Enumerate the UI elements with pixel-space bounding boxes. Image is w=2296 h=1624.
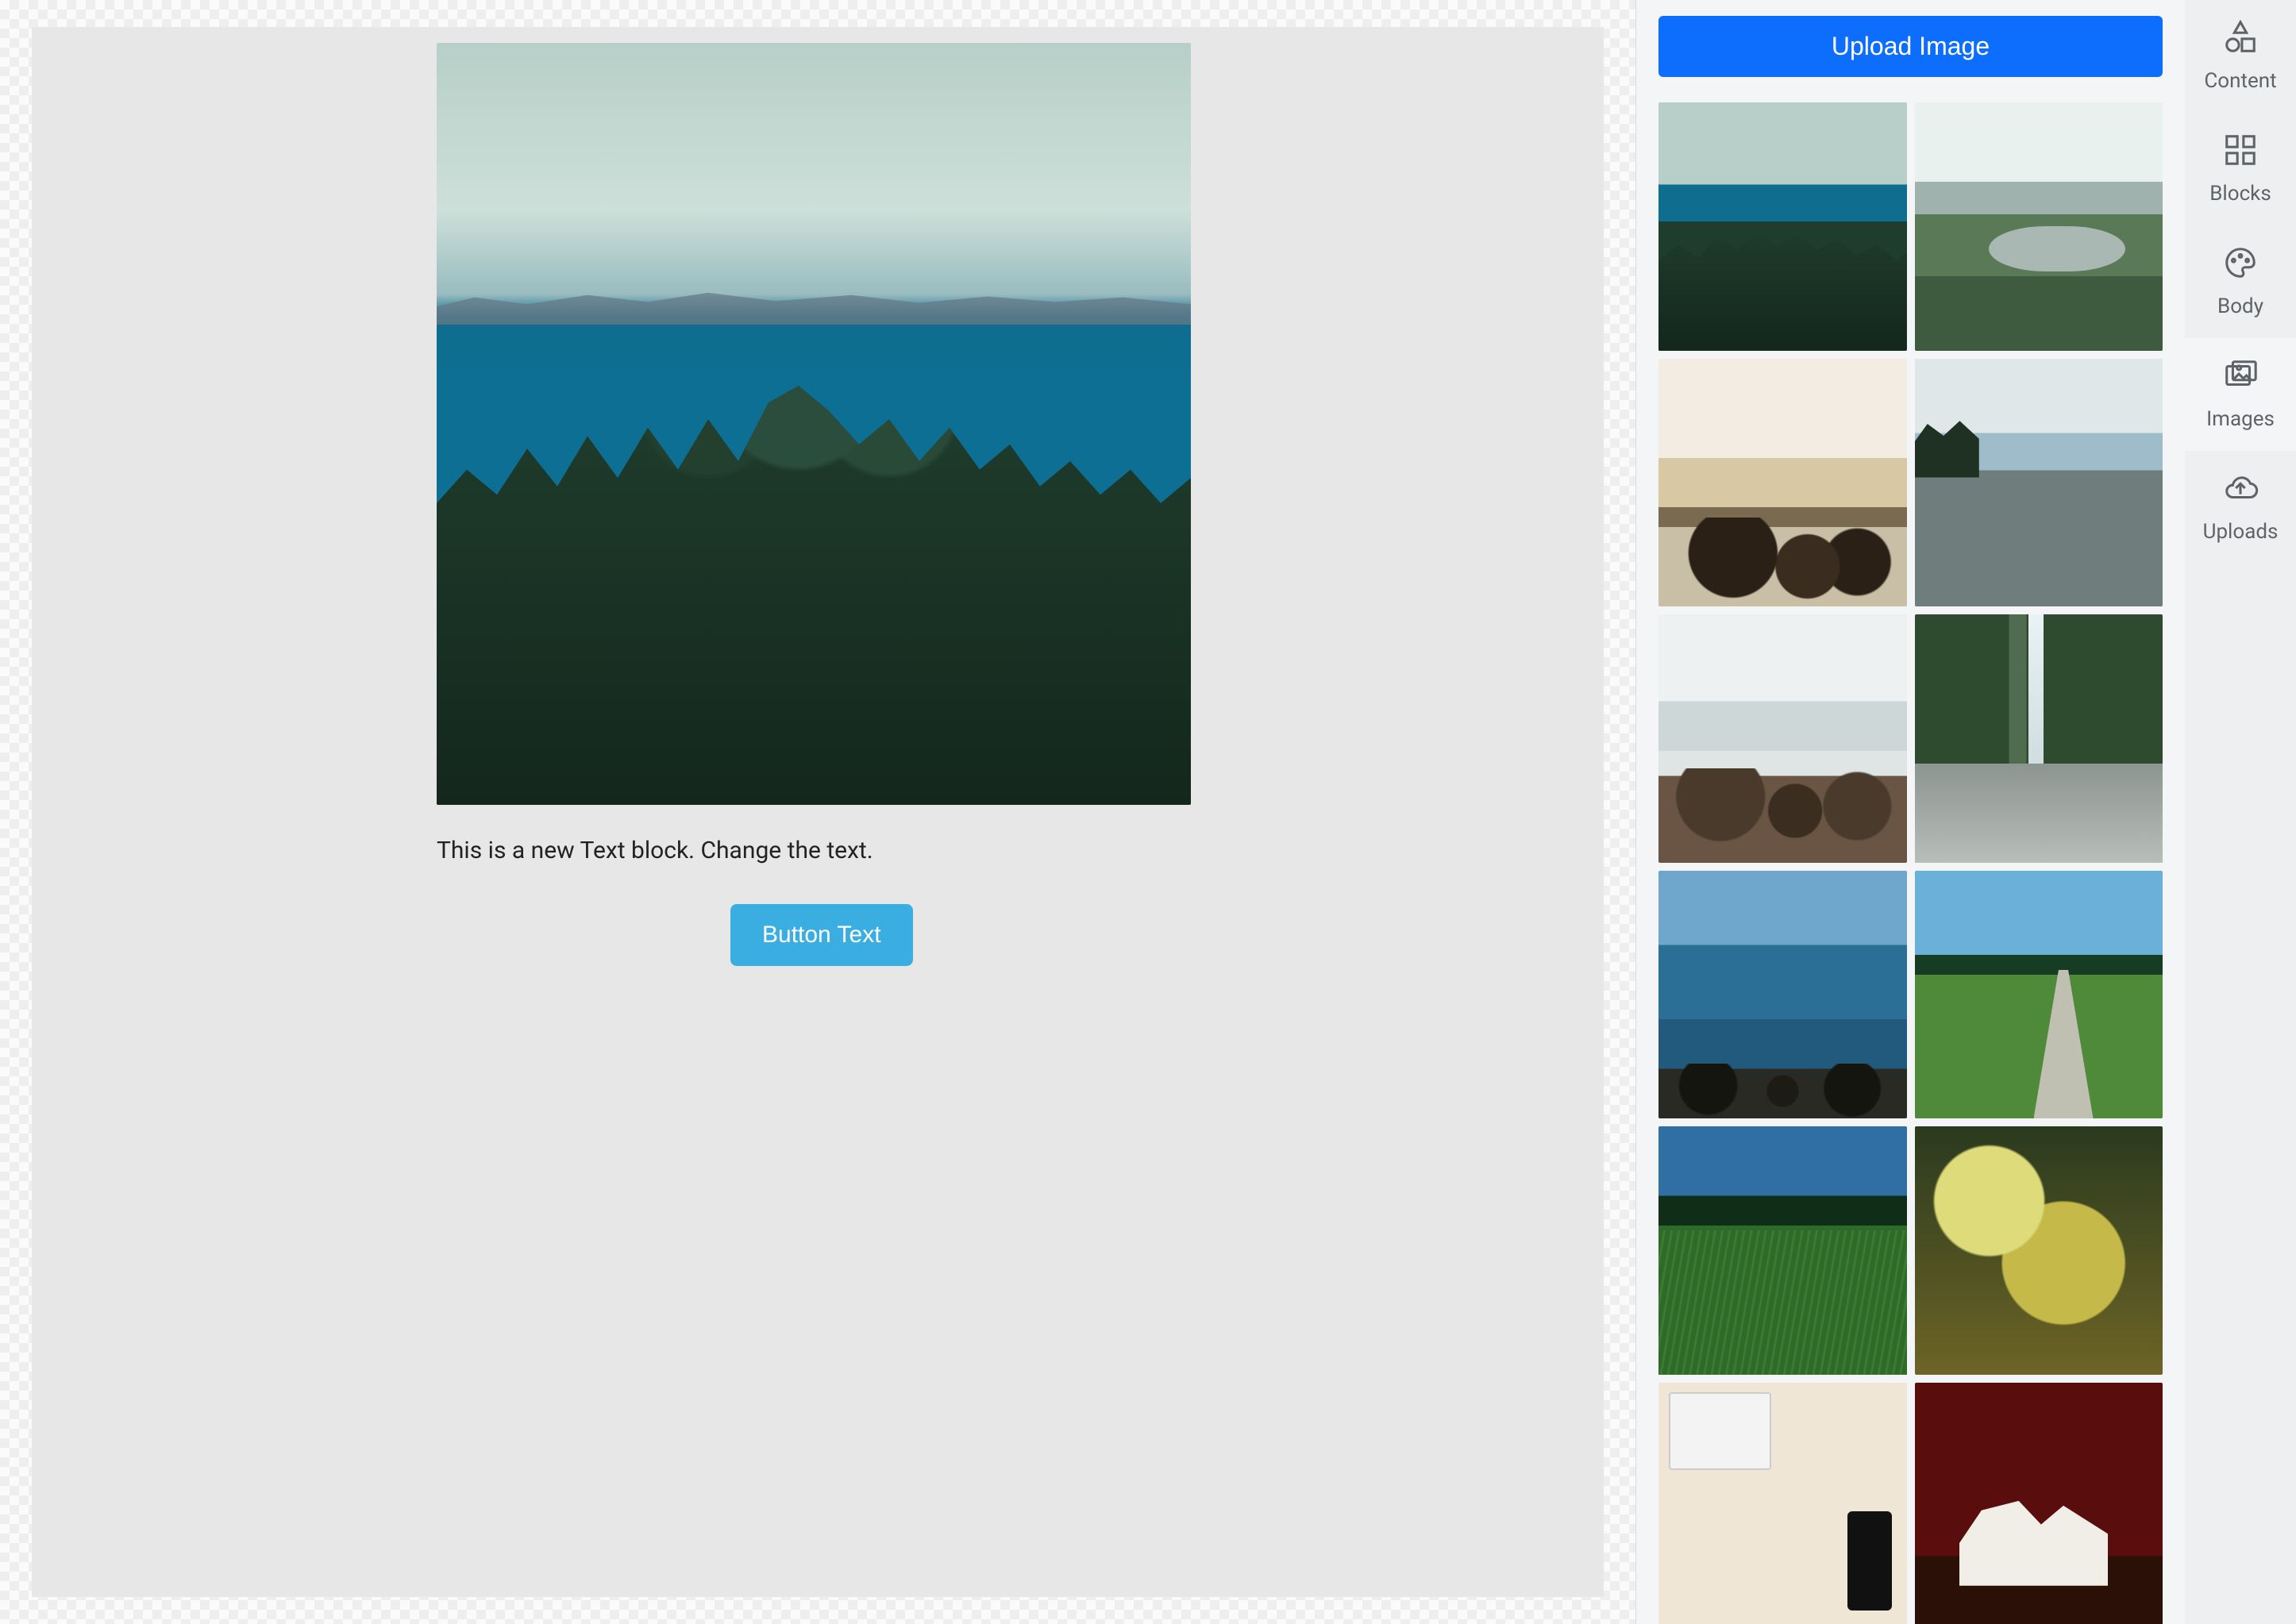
email-page[interactable]: This is a new Text block. Change the tex… [32, 27, 1604, 1597]
thumbnail-blue-ocean-shore[interactable] [1658, 871, 1907, 1119]
tool-tabs: Content Blocks Body Images Uploads [2185, 0, 2296, 1624]
palette-icon [2222, 244, 2259, 287]
thumbnail-path-through-field[interactable] [1915, 871, 2163, 1119]
thumbnail-waterfall-gorge[interactable] [1915, 614, 2163, 863]
tab-label: Uploads [2203, 520, 2279, 544]
tab-body[interactable]: Body [2185, 225, 2296, 338]
tab-label: Body [2217, 294, 2263, 318]
tab-label: Blocks [2209, 182, 2271, 206]
thumbnail-mossy-tree-sunlight[interactable] [1915, 1126, 2163, 1375]
thumbnail-white-heels-red-wall[interactable] [1915, 1383, 2163, 1624]
thumbnail-meadow-mountain-stream[interactable] [1915, 102, 2163, 351]
tab-content[interactable]: Content [2185, 0, 2296, 113]
tab-label: Images [2206, 407, 2275, 431]
grid-icon [2222, 132, 2259, 174]
shapes-icon [2222, 19, 2259, 61]
thumbnail-tall-grass-trees[interactable] [1658, 1126, 1907, 1375]
images-icon [2222, 357, 2259, 399]
tab-uploads[interactable]: Uploads [2185, 451, 2296, 564]
image-thumbnail-grid [1658, 102, 2163, 1624]
thumbnail-pebble-shore-pines[interactable] [1915, 359, 2163, 607]
upload-image-button[interactable]: Upload Image [1658, 16, 2163, 77]
tab-blocks[interactable]: Blocks [2185, 113, 2296, 225]
hero-image-block[interactable] [437, 43, 1191, 805]
tab-images[interactable]: Images [2185, 338, 2296, 451]
images-panel: Upload Image [1635, 0, 2185, 1624]
thumbnail-beach-dark-rocks[interactable] [1658, 359, 1907, 607]
thumbnail-rocky-coast-overcast[interactable] [1658, 614, 1907, 863]
editor-canvas[interactable]: This is a new Text block. Change the tex… [0, 0, 1635, 1624]
tab-label: Content [2204, 69, 2276, 93]
thumbnail-desk-laptop-phone[interactable] [1658, 1383, 1907, 1624]
thumbnail-forest-sea-landscape[interactable] [1658, 102, 1907, 351]
cloud-upload-icon [2222, 470, 2259, 512]
text-block[interactable]: This is a new Text block. Change the tex… [437, 837, 873, 864]
cta-button-block[interactable]: Button Text [730, 904, 913, 966]
